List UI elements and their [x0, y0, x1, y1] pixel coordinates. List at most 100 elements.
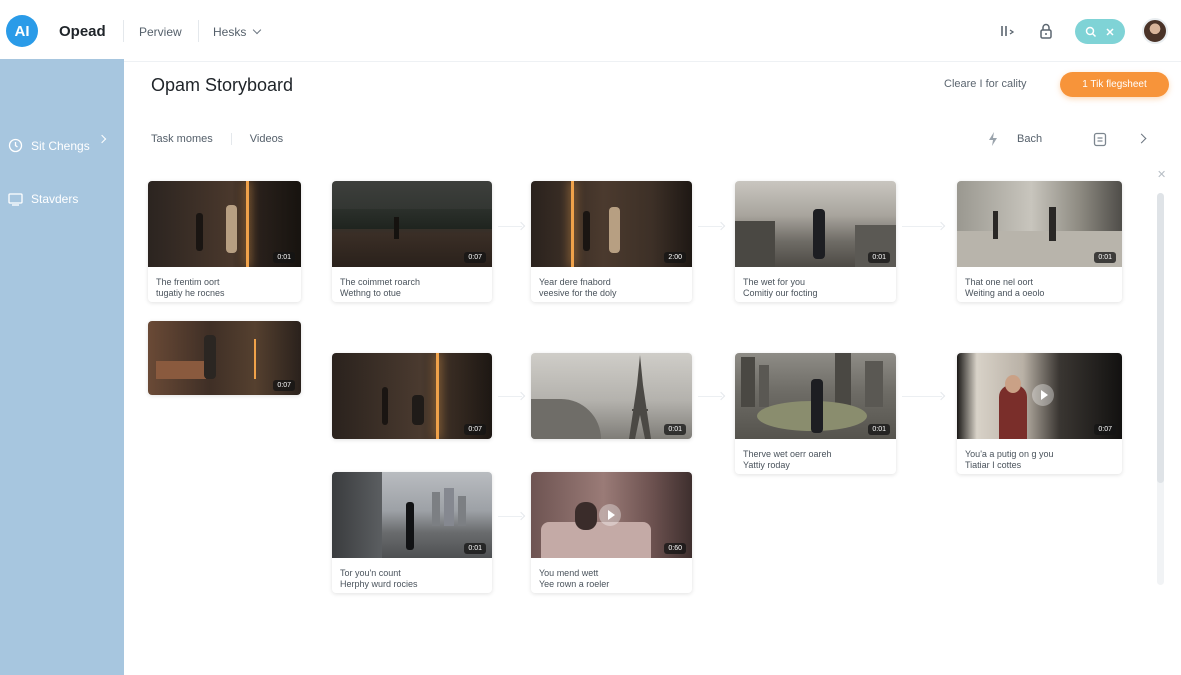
duration-badge: 0:07	[464, 252, 486, 263]
document-icon[interactable]	[1093, 132, 1107, 147]
nav-tasks-dropdown[interactable]: Hesks	[213, 25, 262, 39]
duration-badge: 0:07	[273, 380, 295, 391]
duration-badge: 0:07	[464, 424, 486, 435]
sidebar: Sit Chengs Stavders	[0, 59, 124, 675]
divider	[123, 20, 124, 42]
caption-line: Herphy wurd rocies	[340, 579, 418, 589]
building	[741, 357, 755, 407]
duration-badge: 0:01	[868, 252, 890, 263]
scene-thumbnail: 0:01	[957, 181, 1122, 267]
figure	[204, 335, 216, 379]
duration-badge: 0:60	[664, 543, 686, 554]
scene-thumbnail: 0:07	[148, 321, 301, 395]
batch-filter[interactable]: Bach	[1017, 133, 1042, 145]
scene-thumbnail: 0:01	[735, 181, 896, 267]
search-pill[interactable]	[1075, 19, 1125, 44]
caption-line: You mend wett	[539, 568, 599, 578]
figure	[993, 211, 998, 239]
tab-videos[interactable]: Videos	[230, 133, 301, 145]
building	[432, 492, 440, 526]
card-caption: You mend wett Yee rown a roeler	[531, 558, 692, 590]
caption-line: Therve wet oerr oareh	[743, 449, 832, 459]
nav-preview[interactable]: Perview	[139, 25, 182, 39]
connector	[698, 226, 722, 227]
caption-line: Yee rown a roeler	[539, 579, 610, 589]
building	[458, 496, 466, 526]
tab-task-names[interactable]: Task momes	[151, 133, 231, 145]
storyboard-card[interactable]: 0:07	[332, 353, 492, 439]
connector	[498, 396, 522, 397]
app-logo[interactable]: AI	[6, 15, 38, 47]
scene-thumbnail: 0:60	[531, 472, 692, 558]
storyboard-card[interactable]: 0:01	[531, 353, 692, 439]
avatar[interactable]	[1142, 18, 1168, 44]
caption-line: The coimmet roarch	[340, 277, 421, 287]
caption-line: veesive for the doly	[539, 288, 617, 298]
scene-thumbnail: 2:00	[531, 181, 692, 267]
scrollbar[interactable]	[1157, 193, 1164, 585]
storyboard-card[interactable]: 2:00 Year dere fnabord veesive for the d…	[531, 181, 692, 302]
figure	[226, 205, 237, 253]
sidebar-item-label: Stavders	[31, 192, 79, 206]
scene-thumbnail: 0:07	[332, 353, 492, 439]
card-caption: Tor you'n count Herphy wurd rocies	[332, 558, 492, 590]
storyboard-card[interactable]: 0:07 You'a a putig on g you Tiatiar I co…	[957, 353, 1122, 474]
caption-line: tugatiy he rocnes	[156, 288, 225, 298]
scrollbar-thumb[interactable]	[1157, 193, 1164, 483]
caption-line: Wethng to otue	[340, 288, 401, 298]
chevron-right-icon[interactable]	[1136, 133, 1147, 144]
figure	[583, 211, 590, 251]
bolt-icon[interactable]	[986, 131, 1000, 147]
scene-thumbnail: 0:07	[957, 353, 1122, 439]
bed	[541, 522, 651, 558]
storyboard-card[interactable]: 0:01 That one nel oort Weiting and a oeo…	[957, 181, 1122, 302]
sidebar-item-changes[interactable]: Sit Chengs	[8, 138, 90, 153]
lock-icon[interactable]	[1037, 22, 1055, 40]
caption-line: Year dere fnabord	[539, 277, 611, 287]
storyboard-card[interactable]: 0:01 Tor you'n count Herphy wurd rocies	[332, 472, 492, 593]
chevron-down-icon	[253, 25, 262, 35]
building	[444, 488, 454, 526]
scene-thumbnail: 0:01	[735, 353, 896, 439]
clear-filter-link[interactable]: Cleare I for cality	[944, 78, 1027, 90]
sidebar-item-stavders[interactable]: Stavders	[8, 192, 78, 206]
caption-line: Yattiy roday	[743, 460, 790, 470]
mountain	[531, 399, 601, 439]
close-icon[interactable]	[1105, 27, 1115, 37]
primary-action-button[interactable]: 1 Tik flegsheet	[1060, 72, 1169, 97]
scene-thumbnail: 0:07	[332, 181, 492, 267]
search-icon[interactable]	[1085, 26, 1097, 38]
scene-thumbnail: 0:01	[332, 472, 492, 558]
figure	[412, 395, 424, 425]
caption-line: Weiting and a oeolo	[965, 288, 1045, 298]
tab-bar: Task momes Videos	[151, 133, 301, 145]
card-caption: The frentim oort tugatiy he rocnes	[148, 267, 301, 299]
building	[865, 361, 883, 407]
storyboard-card[interactable]: 0:01 The wet for you Comitiy our focting	[735, 181, 896, 302]
duration-badge: 0:07	[1094, 424, 1116, 435]
figure	[813, 209, 825, 259]
connector	[498, 516, 522, 517]
play-icon[interactable]	[1032, 384, 1054, 406]
storyboard-card[interactable]: 0:60 You mend wett Yee rown a roeler	[531, 472, 692, 593]
sidebar-item-label: Sit Chengs	[31, 138, 90, 153]
building	[735, 221, 775, 267]
bed	[156, 361, 206, 379]
building	[835, 353, 851, 407]
caption-line: Tor you'n count	[340, 568, 401, 578]
figure	[382, 387, 388, 425]
app-name: Opead	[59, 23, 106, 40]
duration-badge: 2:00	[664, 252, 686, 263]
storyboard-card[interactable]: 0:01 The frentim oort tugatiy he rocnes	[148, 181, 301, 302]
storyboard-card[interactable]: 0:07	[148, 321, 301, 395]
scene-thumbnail: 0:01	[148, 181, 301, 267]
connector	[902, 396, 942, 397]
play-icon[interactable]	[599, 504, 621, 526]
storyboard-card[interactable]: 0:01 Therve wet oerr oareh Yattiy roday	[735, 353, 896, 474]
building	[759, 365, 769, 407]
columns-icon[interactable]	[998, 22, 1016, 40]
storyboard-card[interactable]: 0:07 The coimmet roarch Wethng to otue	[332, 181, 492, 302]
close-icon[interactable]: ✕	[1157, 168, 1166, 181]
hills	[332, 209, 492, 229]
connector	[498, 226, 522, 227]
